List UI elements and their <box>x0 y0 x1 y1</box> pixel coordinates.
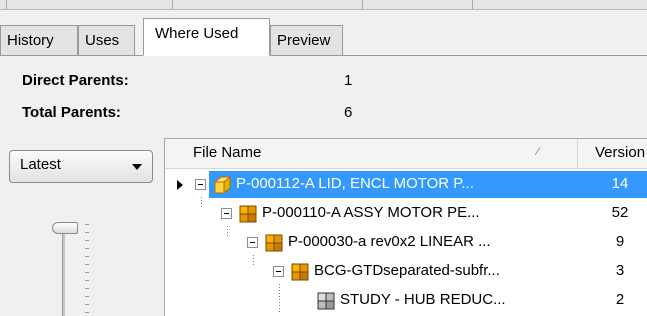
assembly-icon <box>317 292 335 310</box>
tab-preview[interactable]: Preview <box>270 25 343 56</box>
assembly-icon <box>239 205 257 223</box>
row-file-name: BCG-GTDseparated-subfr... <box>314 262 500 279</box>
row-version: 14 <box>611 175 629 192</box>
row-version: 3 <box>615 262 625 279</box>
slider-ticks <box>85 224 89 316</box>
direct-parents-label: Direct Parents: <box>22 72 129 89</box>
total-parents-value: 6 <box>344 104 353 121</box>
row-version: 9 <box>615 233 625 250</box>
tab-bar: History Uses Where Used Preview <box>0 18 647 56</box>
version-slider-track[interactable] <box>62 228 65 316</box>
row-file-name: STUDY - HUB REDUC... <box>340 291 506 308</box>
total-parents-label: Total Parents: <box>22 104 121 121</box>
row-version: 52 <box>611 204 629 221</box>
grid-header: File Name ⁄ Version <box>165 139 647 169</box>
sort-icon: ⁄ <box>537 146 539 158</box>
table-row[interactable]: BCG-GTDseparated-subfr... 3 <box>165 255 647 287</box>
row-file-name: P-000110-A ASSY MOTOR PE... <box>262 204 480 221</box>
row-version: 2 <box>615 291 625 308</box>
collapse-icon[interactable] <box>195 179 206 190</box>
tab-uses[interactable]: Uses <box>78 25 135 56</box>
column-version[interactable]: Version <box>595 144 645 161</box>
row-file-name: P-000030-a rev0x2 LINEAR ... <box>288 233 491 250</box>
collapse-icon[interactable] <box>247 237 258 248</box>
table-row[interactable]: P-000030-a rev0x2 LINEAR ... 9 <box>165 226 647 258</box>
tab-where-used[interactable]: Where Used <box>143 18 270 56</box>
where-used-grid: File Name ⁄ Version P-000112-A LID, ENCL… <box>164 138 647 316</box>
table-row[interactable]: P-000110-A ASSY MOTOR PE... 52 <box>165 197 647 229</box>
table-row[interactable]: STUDY - HUB REDUC... 2 <box>165 284 647 316</box>
column-file-name[interactable]: File Name <box>193 144 261 161</box>
collapse-icon[interactable] <box>221 208 232 219</box>
table-row[interactable]: P-000112-A LID, ENCL MOTOR P... 14 <box>165 171 647 200</box>
version-select[interactable]: Latest <box>9 150 153 183</box>
version-slider-thumb[interactable] <box>52 222 78 234</box>
current-row-icon <box>177 180 183 190</box>
assembly-icon <box>291 263 309 281</box>
version-select-value: Latest <box>20 156 61 173</box>
assembly-icon <box>265 234 283 252</box>
top-strip <box>0 0 647 10</box>
chevron-down-icon <box>132 164 142 170</box>
row-file-name: P-000112-A LID, ENCL MOTOR P... <box>236 175 474 192</box>
direct-parents-value: 1 <box>344 72 353 89</box>
part-icon <box>213 175 232 195</box>
collapse-icon[interactable] <box>273 266 284 277</box>
tab-history[interactable]: History <box>0 25 78 56</box>
